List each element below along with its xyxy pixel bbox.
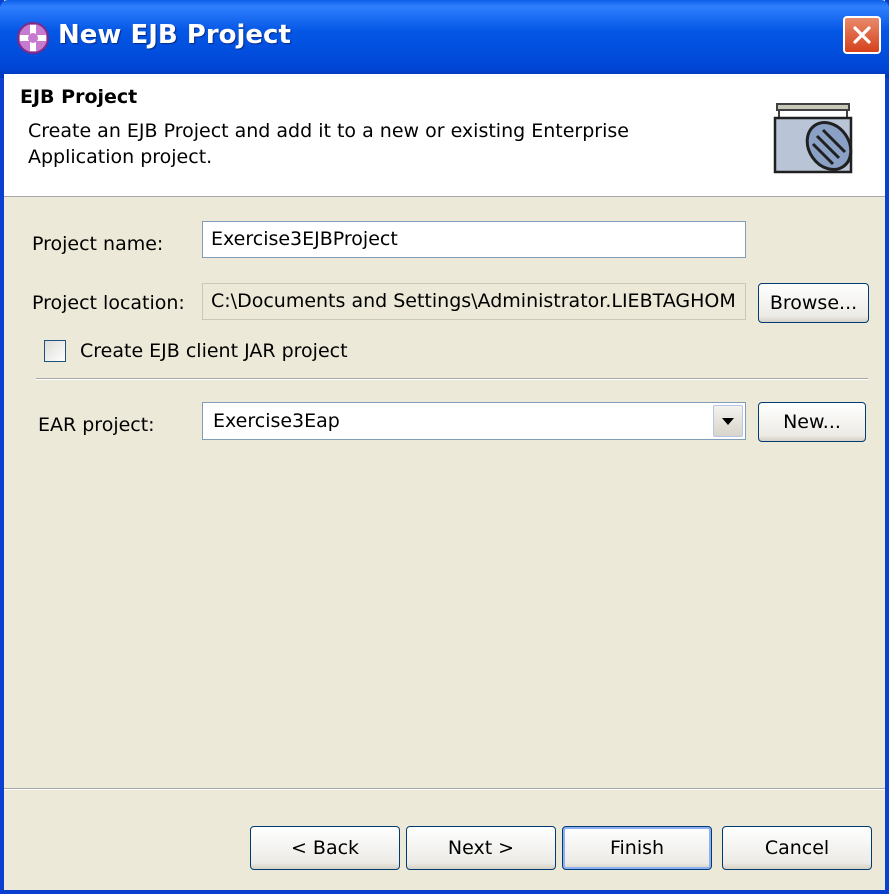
new-ejb-project-dialog: New EJB Project EJB Project Create an EJ… — [0, 0, 889, 894]
close-button[interactable] — [843, 16, 881, 54]
section-separator — [36, 378, 868, 380]
back-button-label: < Back — [290, 837, 360, 859]
project-location-input[interactable]: C:\Documents and Settings\Administrator.… — [202, 283, 746, 320]
chevron-down-icon — [722, 418, 734, 425]
cancel-button[interactable]: Cancel — [722, 826, 872, 870]
create-client-jar-label[interactable]: Create EJB client JAR project — [80, 340, 348, 362]
finish-button[interactable]: Finish — [562, 826, 712, 870]
back-button[interactable]: < Back — [250, 826, 400, 870]
project-name-input[interactable]: Exercise3EJBProject — [202, 221, 746, 258]
window-title: New EJB Project — [58, 20, 291, 50]
page-description: Create an EJB Project and add it to a ne… — [28, 120, 629, 168]
ear-project-label: EAR project: — [38, 414, 155, 436]
ear-project-combo[interactable]: Exercise3Eap — [202, 402, 746, 440]
browse-button-label: Browse... — [769, 292, 858, 314]
wizard-banner: EJB Project Create an EJB Project and ad… — [4, 74, 885, 197]
new-button-label: New... — [783, 411, 841, 433]
project-name-label: Project name: — [32, 233, 164, 255]
close-icon — [853, 26, 871, 44]
new-ear-project-button[interactable]: New... — [758, 402, 866, 442]
footer-separator — [4, 788, 885, 790]
browse-button[interactable]: Browse... — [758, 283, 869, 323]
ear-project-dropdown-button[interactable] — [713, 405, 743, 437]
page-title: EJB Project — [20, 86, 138, 108]
next-button[interactable]: Next > — [406, 826, 556, 870]
project-location-label: Project location: — [32, 292, 185, 314]
ear-project-value: Exercise3Eap — [213, 410, 340, 432]
next-button-label: Next > — [447, 837, 515, 859]
title-bar[interactable]: New EJB Project — [0, 0, 889, 78]
ejb-project-icon — [773, 103, 853, 174]
create-client-jar-checkbox[interactable] — [44, 340, 66, 362]
websphere-icon — [17, 22, 49, 54]
cancel-button-label: Cancel — [764, 837, 830, 859]
finish-button-label: Finish — [609, 837, 665, 859]
